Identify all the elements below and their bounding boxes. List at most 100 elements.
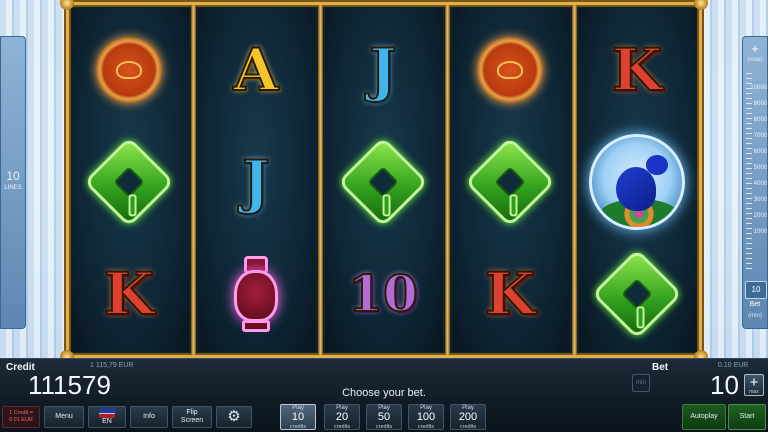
bet-min-button[interactable]: min xyxy=(632,374,650,392)
bet-scale-value[interactable]: 3000 xyxy=(745,197,767,203)
bet-panel-max-label: (max) xyxy=(747,57,763,63)
bet-currency-value: 0.10 EUR xyxy=(718,362,749,369)
ten-symbol: 10 xyxy=(347,264,419,323)
play-50-credits-button[interactable]: Play 50 credits xyxy=(366,404,402,430)
reel-divider xyxy=(318,5,323,355)
q-symbol-icon xyxy=(464,136,556,228)
gear-icon: ⚙ xyxy=(227,408,241,425)
symbol-10: 10 xyxy=(325,238,441,350)
k-symbol: K xyxy=(484,260,536,328)
play-value: 200 xyxy=(458,410,478,423)
play-10-credits-button[interactable]: Play 10 credits xyxy=(280,404,316,430)
reel-divider xyxy=(572,5,577,355)
language-label: EN xyxy=(102,418,112,425)
bet-scale-value[interactable]: 8000 xyxy=(745,117,767,123)
bet-label: Bet xyxy=(652,362,669,373)
symbol-coin xyxy=(71,14,187,126)
q-symbol-icon xyxy=(83,136,175,228)
q-symbol-icon xyxy=(337,136,429,228)
bet-scale-value[interactable]: 4000 xyxy=(745,181,767,187)
bet-panel-plus-button[interactable]: + xyxy=(743,41,767,56)
symbol-j: J xyxy=(325,14,441,126)
menu-button[interactable]: Menu xyxy=(44,406,84,428)
reel-5: K xyxy=(579,8,697,352)
status-message: Choose your bet. xyxy=(342,387,426,399)
play-unit: credits xyxy=(289,423,307,430)
flip-screen-button[interactable]: Flip Screen xyxy=(172,406,212,428)
play-unit: credits xyxy=(417,423,435,430)
symbol-k: K xyxy=(71,238,187,350)
play-unit: credits xyxy=(459,423,477,430)
j-symbol: J xyxy=(368,36,397,104)
start-button[interactable]: Start xyxy=(728,404,766,430)
autoplay-label: Autoplay xyxy=(690,413,718,420)
start-label: Start xyxy=(739,413,755,420)
reel-divider xyxy=(191,5,196,355)
j-symbol: J xyxy=(241,148,270,216)
symbol-coin xyxy=(452,14,568,126)
k-symbol: K xyxy=(611,36,663,104)
flip-label-2: Screen xyxy=(180,417,204,424)
bet-scale-value[interactable]: 9000 xyxy=(745,101,767,107)
symbol-k: K xyxy=(579,14,695,126)
play-unit: credits xyxy=(375,423,393,430)
reel-2: A J xyxy=(198,8,316,352)
symbol-q xyxy=(452,126,568,238)
language-button[interactable]: EN xyxy=(88,406,126,428)
lines-panel[interactable]: 10 LINES xyxy=(0,36,26,329)
plus-icon: + xyxy=(749,374,759,391)
symbol-k: K xyxy=(452,238,568,350)
play-value: 10 xyxy=(291,410,305,423)
settings-button[interactable]: ⚙ xyxy=(216,406,252,428)
symbol-q xyxy=(325,126,441,238)
flag-icon xyxy=(99,408,115,418)
info-label: Info xyxy=(143,413,155,420)
reel-1: K xyxy=(71,8,189,352)
play-100-credits-button[interactable]: Play 100 credits xyxy=(408,404,444,430)
bet-scale-selected[interactable]: 10 xyxy=(745,281,767,299)
autoplay-button[interactable]: Autoplay xyxy=(682,404,726,430)
play-unit: credits xyxy=(333,423,351,430)
flip-label-1: Flip xyxy=(186,409,198,416)
bet-panel-min-label: (min) xyxy=(748,313,762,319)
symbol-a: A xyxy=(198,14,314,126)
bet-scale-value[interactable]: 5000 xyxy=(745,165,767,171)
bet-scale-value[interactable]: 6000 xyxy=(745,149,767,155)
credit-currency-value: 1 115,79 EUR xyxy=(90,362,134,369)
info-button[interactable]: Info xyxy=(130,406,168,428)
bet-scale-value[interactable]: 7000 xyxy=(745,133,767,139)
bet-plus-button[interactable]: + max xyxy=(744,374,764,396)
coin-amulet-icon xyxy=(477,37,543,103)
menu-label: Menu xyxy=(55,413,73,420)
bet-panel-bet-label: Bet xyxy=(749,301,761,308)
symbol-q xyxy=(579,238,695,350)
play-value: 20 xyxy=(335,410,349,423)
lines-count: 10 xyxy=(6,169,20,183)
symbol-q xyxy=(71,126,187,238)
lines-label: LINES xyxy=(4,185,22,191)
symbol-j: J xyxy=(198,126,314,238)
play-value: 50 xyxy=(377,410,391,423)
symbol-peacock xyxy=(579,126,695,238)
bet-panel[interactable]: + (max) 10000 9000 8000 7000 6000 5000 4… xyxy=(742,36,768,329)
a-symbol: A xyxy=(232,36,279,104)
reel-divider xyxy=(445,5,450,355)
reel-frame: K A J J 10 K K xyxy=(60,0,708,364)
bet-scale-value[interactable]: 1000 xyxy=(745,229,767,235)
rate-line-1: 1 Credit = xyxy=(9,410,33,416)
symbol-vase xyxy=(198,238,314,350)
play-200-credits-button[interactable]: Play 200 credits xyxy=(450,404,486,430)
reel-3: J 10 xyxy=(325,8,443,352)
rate-line-2: 0.01 EUR xyxy=(9,417,33,423)
play-20-credits-button[interactable]: Play 20 credits xyxy=(324,404,360,430)
bet-max-label: max xyxy=(749,389,759,395)
peacock-icon xyxy=(589,134,685,230)
greek-vase-icon xyxy=(228,254,284,334)
play-value: 100 xyxy=(416,410,436,423)
q-symbol-icon xyxy=(591,248,683,340)
bet-scale-value[interactable]: 10000 xyxy=(745,85,767,91)
k-symbol: K xyxy=(103,260,155,328)
coin-amulet-icon xyxy=(96,37,162,103)
bet-scale-value[interactable]: 2000 xyxy=(745,213,767,219)
credit-rate-badge[interactable]: 1 Credit = 0.01 EUR xyxy=(2,406,40,428)
